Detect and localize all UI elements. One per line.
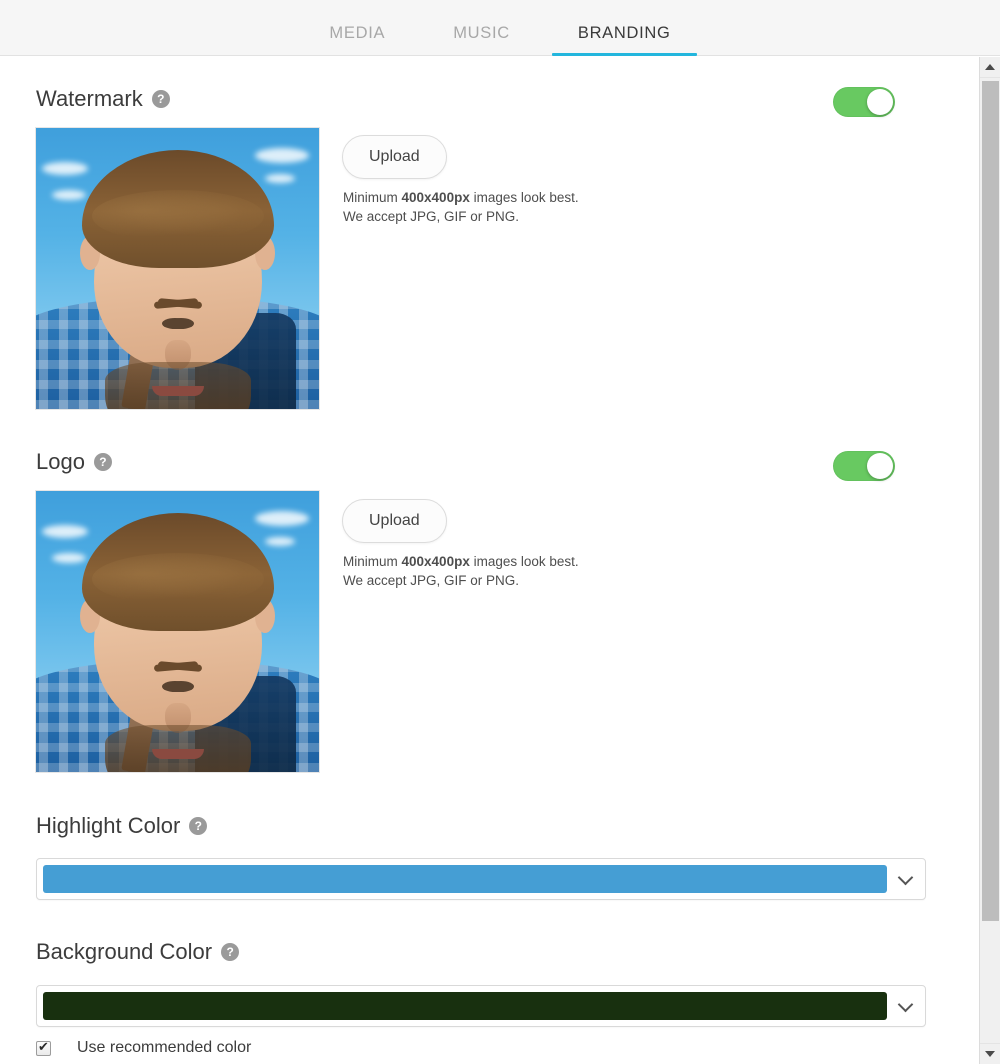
logo-heading: Logo ? [36,451,112,473]
background-color-swatch [43,992,887,1020]
toggle-knob [867,89,893,115]
background-color-title: Background Color [36,939,213,964]
highlight-color-title: Highlight Color [36,813,181,838]
note-line-1: Minimum 400x400px images look best. [343,554,579,569]
highlight-color-select[interactable] [36,858,926,900]
background-color-select[interactable] [36,985,926,1027]
tab-media[interactable]: MEDIA [303,24,411,56]
triangle-up-icon [985,64,995,70]
cloud-icon [255,511,309,526]
watermark-upload-button[interactable]: Upload [342,135,447,179]
photo-eye [167,681,194,692]
logo-image-preview[interactable] [36,491,319,772]
photo-mouth [151,749,204,759]
use-recommended-color-label: Use recommended color [77,1039,252,1056]
vertical-scrollbar[interactable] [979,57,1000,1064]
logo-upload-button[interactable]: Upload [342,499,447,543]
help-icon[interactable]: ? [151,90,170,108]
toggle-knob [867,453,893,479]
highlight-color-swatch [43,865,887,893]
scrollbar-thumb[interactable] [982,81,999,921]
use-recommended-color-checkbox[interactable] [36,1039,51,1056]
photo-mouth [151,386,204,396]
chevron-down-icon [897,996,914,1013]
scroll-down-button[interactable] [980,1043,1000,1064]
cloud-icon [52,190,86,200]
cloud-icon [265,174,295,183]
note-line-2: We accept JPG, GIF or PNG. [343,573,520,588]
photo-eye [167,318,194,329]
triangle-down-icon [985,1051,995,1057]
watermark-heading: Watermark ? [36,88,170,110]
logo-title: Logo [36,449,85,474]
settings-scroll-area: Watermark ? Upload Minimum 400x400px ima… [0,57,963,1064]
help-icon[interactable]: ? [189,817,208,835]
watermark-title: Watermark [36,86,143,111]
logo-upload-note: Minimum 400x400px images look best. We a… [343,552,579,590]
chevron-down-icon [897,869,914,886]
note-line-2: We accept JPG, GIF or PNG. [343,209,520,224]
tab-bar: MEDIA MUSIC BRANDING [0,0,1000,56]
cloud-icon [42,162,88,175]
logo-toggle[interactable] [833,451,895,481]
cloud-icon [255,148,309,163]
help-icon[interactable]: ? [93,453,112,471]
cloud-icon [42,525,88,538]
scroll-up-button[interactable] [980,57,1000,78]
watermark-upload-note: Minimum 400x400px images look best. We a… [343,188,579,226]
watermark-toggle[interactable] [833,87,895,117]
help-icon[interactable]: ? [221,943,240,961]
background-color-heading: Background Color ? [36,939,240,964]
tab-branding[interactable]: BRANDING [551,24,697,56]
note-line-1: Minimum 400x400px images look best. [343,190,579,205]
cloud-icon [265,537,295,546]
watermark-image-preview[interactable] [36,128,319,409]
tab-music[interactable]: MUSIC [427,24,536,56]
branding-settings-page: MEDIA MUSIC BRANDING Watermark ? Upload … [0,0,1000,1064]
cloud-icon [52,553,86,563]
use-recommended-color-row[interactable]: Use recommended color [36,1039,252,1056]
highlight-color-heading: Highlight Color ? [36,813,208,838]
